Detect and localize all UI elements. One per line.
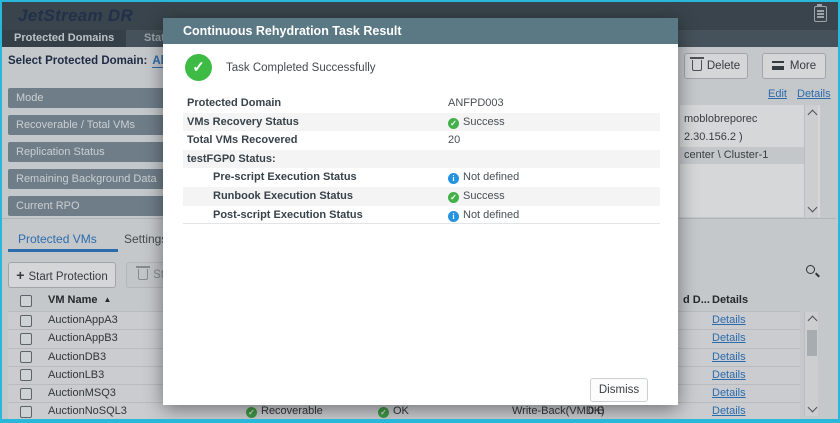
result-row-runbook: Runbook Execution Status ✓Success [183,187,660,206]
dismiss-button[interactable]: Dismiss [590,378,648,402]
row-label: Pre-script Execution Status [213,168,357,187]
result-row-pre-script: Pre-script Execution Status iNot defined [183,168,660,187]
success-icon: ✓ [448,192,459,203]
result-row-total-vms-recovered: Total VMs Recovered 20 [183,131,660,150]
row-value: iNot defined [448,206,519,225]
result-row-post-script: Post-script Execution Status iNot define… [183,206,660,225]
row-value: ANFPD003 [448,94,504,113]
row-value: ✓Success [448,113,505,132]
result-row-protected-domain: Protected Domain ANFPD003 [183,94,660,113]
row-label: Runbook Execution Status [213,187,353,206]
success-check-icon: ✓ [185,54,212,81]
success-icon: ✓ [448,118,459,129]
result-rows: Protected Domain ANFPD003 VMs Recovery S… [183,94,660,224]
dialog-status-message: Task Completed Successfully [226,62,376,74]
row-label: testFGP0 Status: [187,150,276,169]
row-value: ✓Success [448,187,505,206]
rehydration-result-dialog: Continuous Rehydration Task Result ✓ Tas… [163,18,678,405]
result-row-vms-recovery-status: VMs Recovery Status ✓Success [183,113,660,132]
app-window: JetStream DR Protected Domains Statistic… [0,0,840,423]
row-value: 20 [448,131,460,150]
row-label: Post-script Execution Status [213,206,363,225]
info-icon: i [448,173,459,184]
result-row-testfgp0-status: testFGP0 Status: [183,150,660,169]
row-value: iNot defined [448,168,519,187]
dialog-title: Continuous Rehydration Task Result [163,18,678,44]
row-label: Total VMs Recovered [187,131,297,150]
info-icon: i [448,211,459,222]
row-label: Protected Domain [187,94,281,113]
row-label: VMs Recovery Status [187,113,299,132]
